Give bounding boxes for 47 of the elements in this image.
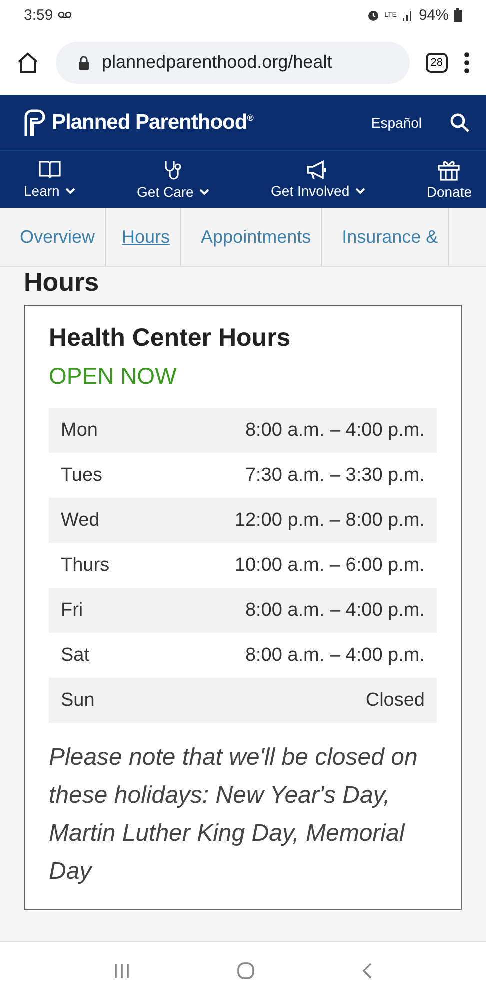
book-icon xyxy=(38,160,62,180)
opening-hours: Closed xyxy=(366,690,425,712)
lock-icon xyxy=(78,56,90,70)
signal-icon xyxy=(402,9,414,21)
day-name: Sat xyxy=(61,644,90,666)
language-link[interactable]: Español xyxy=(371,114,422,130)
section-tab[interactable]: Insurance & xyxy=(322,208,450,266)
day-name: Tues xyxy=(61,464,103,486)
home-icon[interactable] xyxy=(16,50,40,74)
open-status: OPEN NOW xyxy=(49,363,178,390)
search-icon[interactable] xyxy=(450,112,470,132)
battery-icon xyxy=(454,8,462,22)
battery-percent: 94% xyxy=(418,6,449,24)
day-name: Thurs xyxy=(61,554,110,576)
back-icon[interactable] xyxy=(361,962,373,980)
opening-hours: 8:00 a.m. – 4:00 p.m. xyxy=(245,644,425,666)
section-tab[interactable]: Overview xyxy=(0,208,106,266)
holiday-note: Please note that we'll be closed on these holidays: New Year's Day, Martin Luther King Day, Memorial Day xyxy=(49,743,419,887)
card-title: Health Center Hours xyxy=(49,324,292,353)
address-bar[interactable]: plannedparenthood.org/healt xyxy=(56,42,410,84)
nav-menu-item[interactable]: Get Care xyxy=(133,151,214,208)
logo-icon xyxy=(24,108,46,136)
alarm-icon xyxy=(366,8,380,22)
url-text: plannedparenthood.org/healt xyxy=(102,52,332,73)
opening-hours: 8:00 a.m. – 4:00 p.m. xyxy=(245,600,425,622)
nav-menu-item[interactable]: Donate xyxy=(422,151,476,208)
home-button-icon[interactable] xyxy=(237,962,255,980)
clock-time: 3:59 xyxy=(24,6,54,24)
more-menu-icon[interactable] xyxy=(464,52,470,74)
day-name: Wed xyxy=(61,510,100,532)
voicemail-icon xyxy=(58,11,72,19)
recent-apps-icon[interactable] xyxy=(113,963,131,979)
site-logo[interactable]: Planned Parenthood$^{®}$ xyxy=(52,110,254,134)
opening-hours: 12:00 p.m. – 8:00 p.m. xyxy=(234,510,425,532)
section-tab[interactable]: Appointments xyxy=(181,208,322,266)
opening-hours: 8:00 a.m. – 4:00 p.m. xyxy=(245,420,425,442)
nav-menu-item[interactable]: Learn xyxy=(20,151,80,208)
opening-hours: 10:00 a.m. – 6:00 p.m. xyxy=(234,554,425,576)
nav-menu-item[interactable]: Get Involved xyxy=(267,151,370,208)
gift-icon xyxy=(437,159,462,181)
tab-count-button[interactable]: 28 xyxy=(426,52,448,72)
page-heading: Hours xyxy=(24,267,100,297)
section-tab[interactable]: Hours xyxy=(106,208,182,266)
day-name: Mon xyxy=(61,420,98,442)
opening-hours: 7:30 a.m. – 3:30 p.m. xyxy=(245,464,425,486)
day-name: Fri xyxy=(61,600,84,622)
day-name: Sun xyxy=(61,690,95,712)
